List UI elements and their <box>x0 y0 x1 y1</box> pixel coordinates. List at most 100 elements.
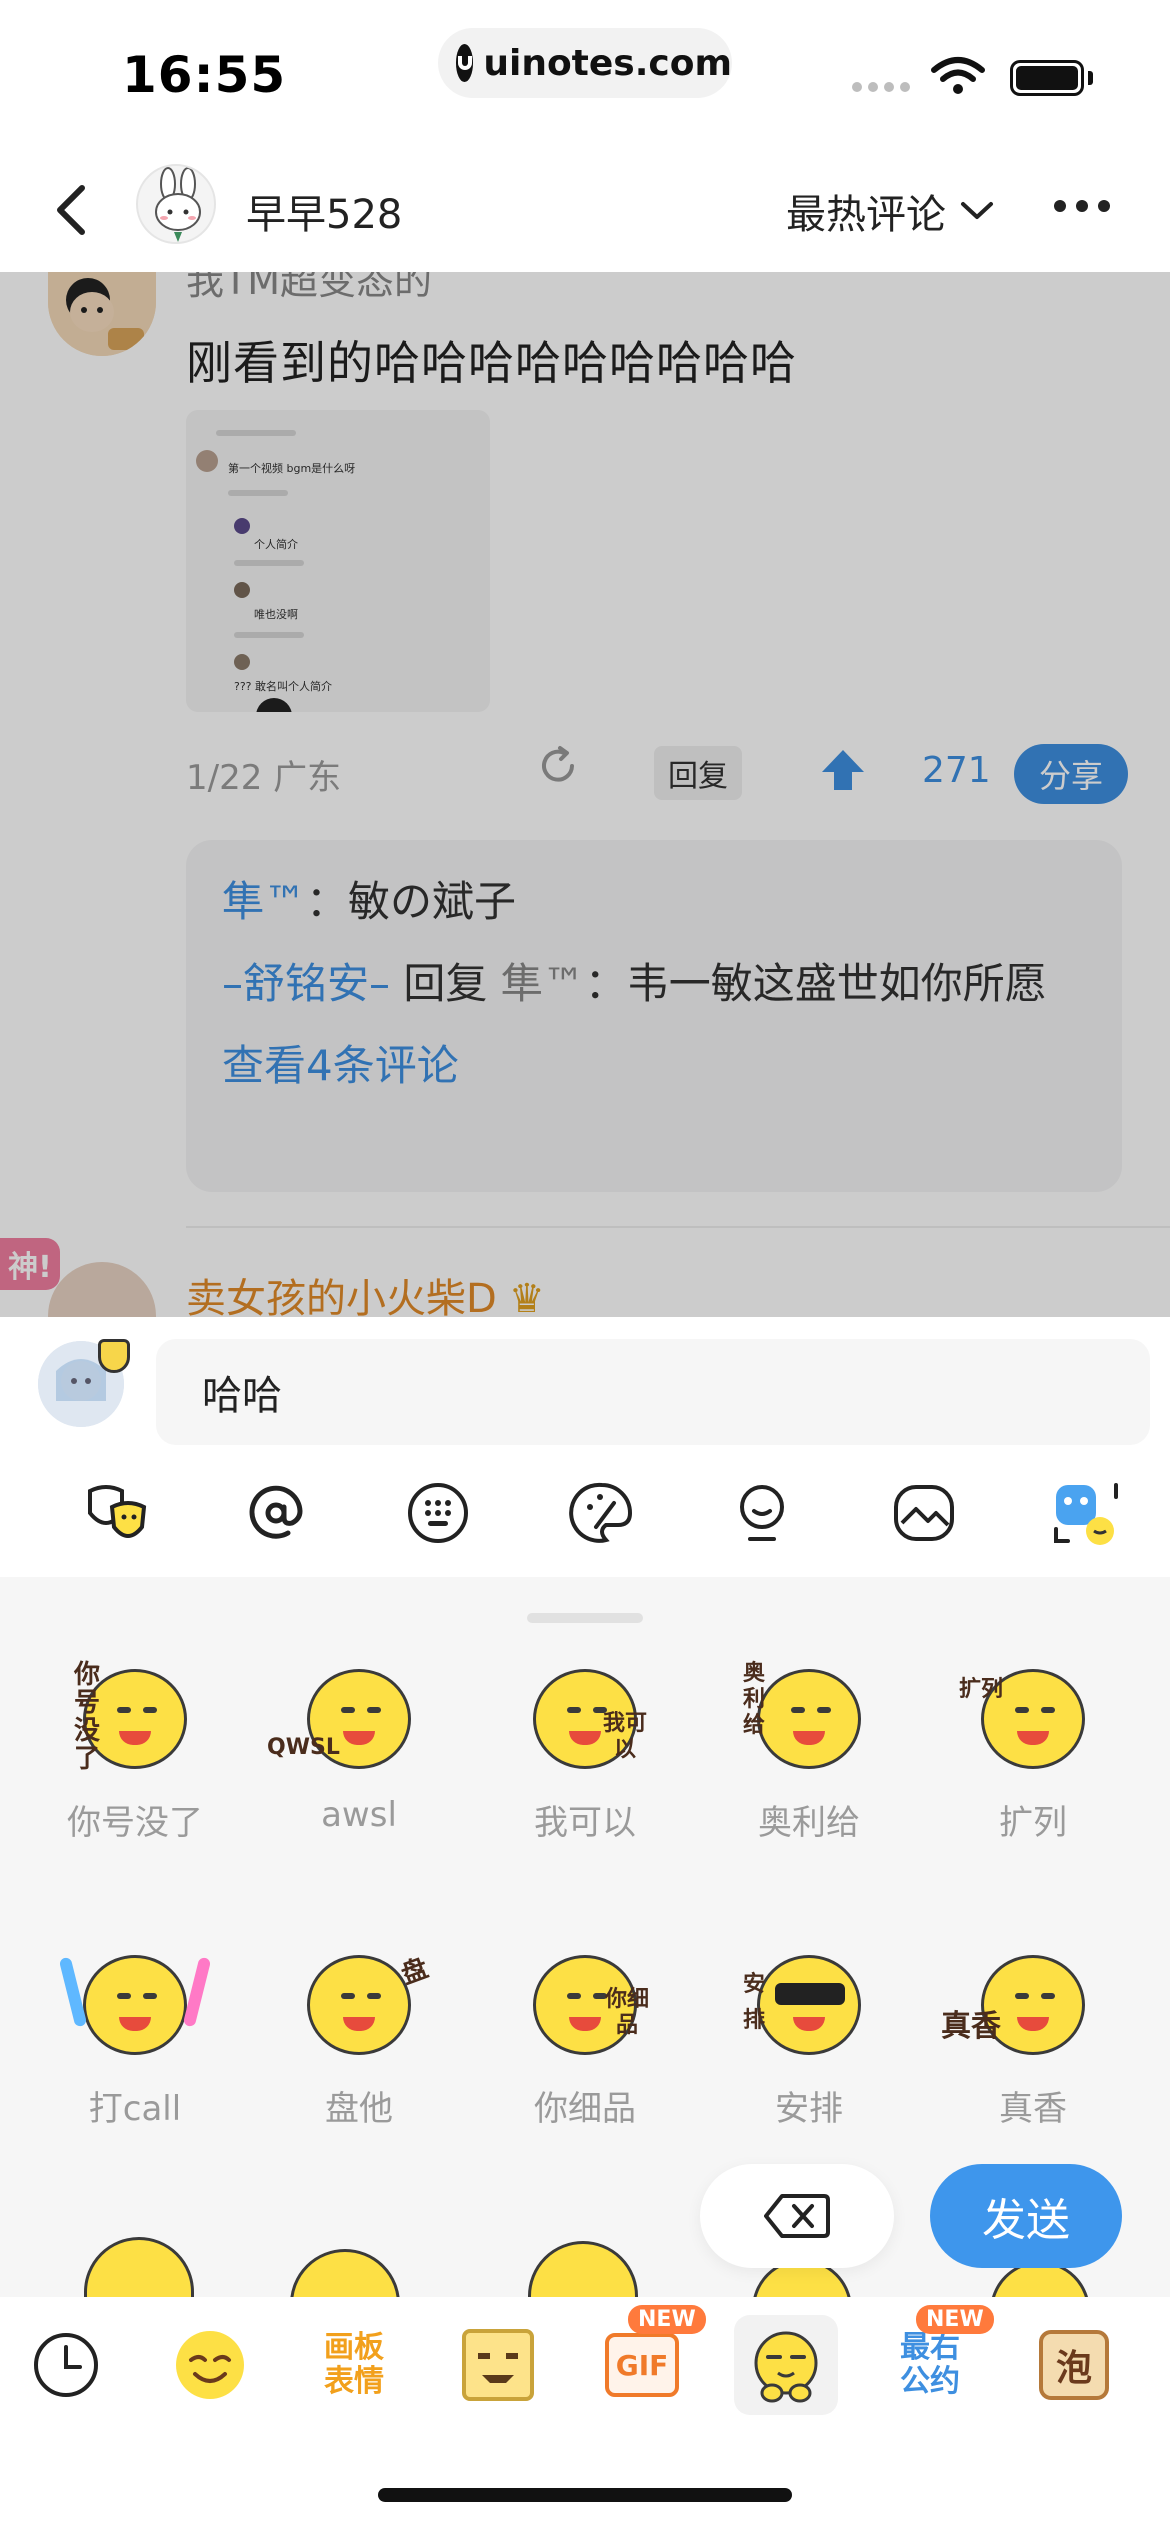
sticker-label: 盘他 <box>325 2089 393 2129</box>
sticker-item[interactable]: QWSL awsl <box>267 1661 444 1835</box>
sticker-label: 我可以 <box>534 1803 636 1843</box>
status-time: 16:55 <box>122 46 287 104</box>
upvote-icon[interactable] <box>820 746 866 794</box>
sticker-face-icon <box>754 2331 818 2403</box>
send-button[interactable]: 发送 <box>930 2164 1122 2268</box>
sticker-face-icon[interactable] <box>528 2241 638 2297</box>
tab-stickers-active[interactable] <box>734 2315 838 2415</box>
sticker-face-icon: 你号没了 <box>73 1661 197 1777</box>
next-commenter-avatar[interactable] <box>48 1262 156 1317</box>
thumb-text: 个人简介 <box>254 538 298 551</box>
reply-item[interactable]: –舒铭安– 回复 隼™：韦一敏这盛世如你所愿 <box>222 952 1086 1016</box>
tab-pixel[interactable] <box>446 2315 550 2415</box>
sticker-face-icon[interactable] <box>84 2237 194 2297</box>
back-icon[interactable] <box>48 180 98 240</box>
panda-icon <box>256 698 292 712</box>
tab-smile[interactable] <box>158 2315 262 2415</box>
more-icon[interactable] <box>1054 200 1110 212</box>
image-icon[interactable] <box>888 1477 960 1549</box>
sticker-item[interactable]: 扩列 扩列 <box>948 1661 1118 1844</box>
sticker-pack-icon[interactable] <box>1050 1477 1122 1549</box>
sticker-face-icon: 奥利给 <box>743 1661 871 1777</box>
sticker-item[interactable]: 我可以 我可以 <box>500 1661 670 1844</box>
clock-icon <box>34 2333 98 2397</box>
new-badge: NEW <box>628 2305 706 2334</box>
commenter-avatar[interactable] <box>48 272 156 356</box>
reply-target[interactable]: 隼™ <box>501 959 585 1008</box>
reply-colon: ： <box>584 959 627 1008</box>
bubble-icon: 泡 <box>1039 2330 1109 2400</box>
sticker-label: 安排 <box>775 2089 843 2129</box>
panel-handle[interactable] <box>527 1613 643 1623</box>
thumb-avatar <box>196 450 218 472</box>
reply-author[interactable]: –舒铭安– <box>222 959 390 1008</box>
site-logo-icon <box>456 44 474 82</box>
tab-bubble[interactable]: 泡 <box>1022 2315 1126 2415</box>
new-badge: NEW <box>916 2305 994 2334</box>
share-button[interactable]: 分享 <box>1014 744 1128 804</box>
reply-author[interactable]: 隼™ <box>222 877 306 926</box>
reply-button[interactable]: 回复 <box>654 746 742 800</box>
signal-icon <box>852 82 910 92</box>
sort-dropdown[interactable]: 最热评论 <box>786 182 994 240</box>
tab-friend-pact[interactable]: 最右公约 NEW <box>878 2305 994 2415</box>
backspace-icon <box>764 2194 830 2238</box>
reply-verb: 回复 <box>403 959 488 1008</box>
at-mention-icon[interactable] <box>240 1477 312 1549</box>
sticker-item[interactable]: 真香 真香 <box>941 1947 1118 2130</box>
tab-canvas[interactable]: 画板表情 <box>302 2315 406 2415</box>
sticker-face-icon: 你细品 <box>523 1947 649 2063</box>
sticker-item[interactable]: 奥利给 奥利给 <box>724 1661 894 1844</box>
palette-icon[interactable] <box>566 1477 638 1549</box>
crown-icon: ♛ <box>508 1276 545 1317</box>
delete-button[interactable] <box>700 2164 894 2268</box>
commenter-name[interactable]: 我TM超变态的 <box>186 272 432 305</box>
page-title: 早早528 <box>246 192 403 238</box>
divider <box>186 1226 1170 1228</box>
sticker-face-icon: 扩列 <box>959 1661 1095 1777</box>
sticker-label: 真香 <box>999 2089 1067 2129</box>
author-avatar[interactable] <box>136 164 216 244</box>
comment-text: 刚看到的哈哈哈哈哈哈哈哈哈 <box>186 336 797 390</box>
sticker-item[interactable]: 你号没了 你号没了 <box>50 1661 220 1844</box>
bunny-avatar-icon <box>155 167 201 242</box>
sticker-item[interactable]: 安排 安排 <box>724 1947 894 2130</box>
sticker-face-icon: QWSL <box>267 1661 421 1777</box>
smile-face-icon <box>176 2331 244 2399</box>
sort-label: 最热评论 <box>786 192 946 238</box>
thumb-avatar <box>234 582 250 598</box>
home-indicator <box>378 2488 792 2502</box>
reply-item[interactable]: 隼™：敏の斌子 <box>222 870 1086 934</box>
friend-pact-icon: 最右公约 <box>900 2330 960 2399</box>
comment-input[interactable]: 哈哈 <box>156 1339 1150 1445</box>
sticker-item[interactable]: 你细品 你细品 <box>500 1947 670 2130</box>
battery-icon <box>1010 60 1084 96</box>
next-commenter-name[interactable]: 卖女孩的小火柴D ♛ <box>186 1266 545 1317</box>
composer: 哈哈 <box>0 1317 1170 1577</box>
comment-area: 我TM超变态的 刚看到的哈哈哈哈哈哈哈哈哈 第一个视频 bgm是什么呀 个人简介… <box>0 272 1170 1317</box>
mask-icon[interactable] <box>78 1477 150 1549</box>
sticker-label: 奥利给 <box>758 1803 860 1843</box>
gif-icon: GIF <box>605 2333 679 2397</box>
cartoon-avatar-icon <box>48 272 156 356</box>
reply-box[interactable]: 隼™：敏の斌子 –舒铭安– 回复 隼™：韦一敏这盛世如你所愿 查看4条评论 <box>186 840 1122 1192</box>
wifi-icon <box>931 57 985 94</box>
sticker-item[interactable]: 盘 盘他 <box>274 1947 444 2130</box>
url-text: uinotes.com <box>483 42 732 84</box>
reply-text: 敏の斌子 <box>348 877 517 926</box>
chevron-down-icon <box>961 202 993 219</box>
like-count: 271 <box>922 750 991 791</box>
url-pill[interactable]: uinotes.com <box>438 28 732 98</box>
tab-gif[interactable]: GIF NEW <box>590 2305 706 2415</box>
comment-image[interactable]: 第一个视频 bgm是什么呀 个人简介 唯也没啊 ??? 敢名叫个人简介 <box>186 410 490 712</box>
sticker-item[interactable]: 打call <box>50 1947 220 2130</box>
refresh-icon[interactable] <box>534 742 582 790</box>
thumb-avatar <box>234 518 250 534</box>
sticker-face-icon[interactable] <box>290 2249 400 2297</box>
view-more-replies[interactable]: 查看4条评论 <box>222 1034 1086 1098</box>
sticker-face-icon: 真香 <box>941 1947 1095 2063</box>
sticker-label: 你细品 <box>534 2089 636 2129</box>
voice-icon[interactable] <box>726 1477 798 1549</box>
keypad-icon[interactable] <box>402 1477 474 1549</box>
tab-recent[interactable] <box>14 2315 118 2415</box>
